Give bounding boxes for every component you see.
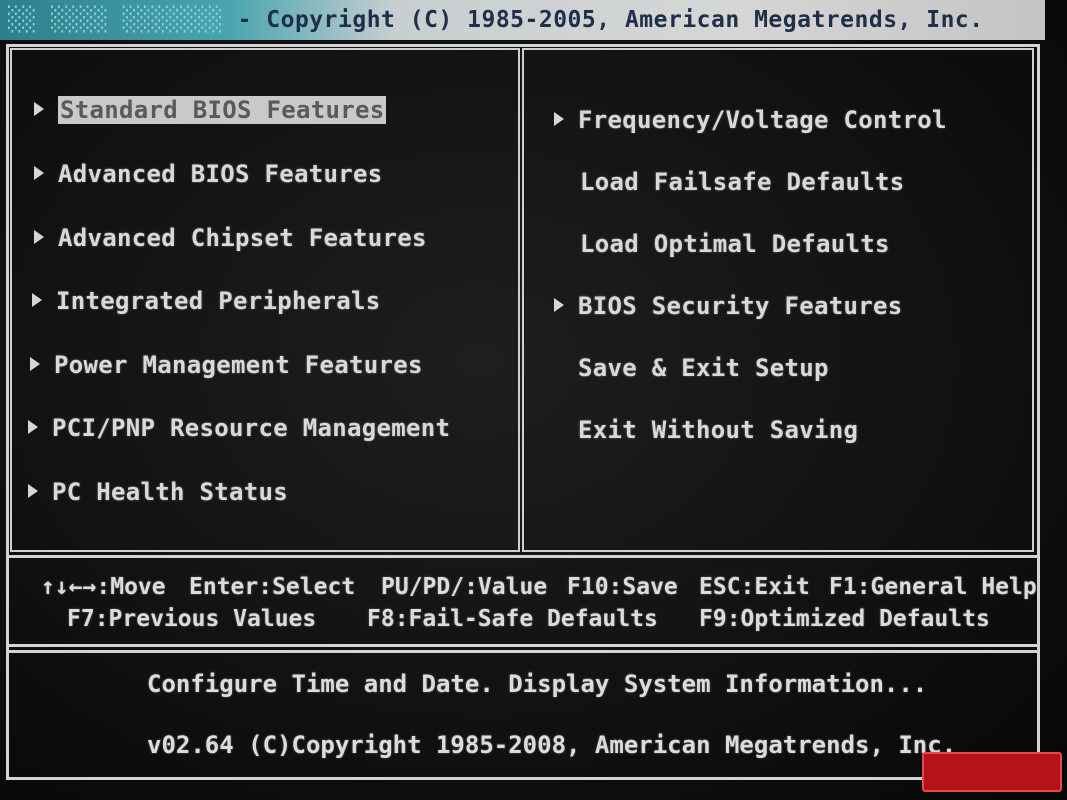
key-hint-value: PU/PD/:Value	[381, 574, 548, 600]
bios-screen: ░░ ░░░░ ░░░░░░░ - Copyright (C) 1985-200…	[0, 0, 1067, 800]
menu-item-label: Frequency/Voltage Control	[578, 106, 947, 134]
menu-item-standard-bios-features[interactable]: Standard BIOS Features	[34, 96, 387, 124]
key-hint-save: F10:Save	[567, 574, 678, 600]
key-hint-general-help: F1:General Help	[829, 574, 1037, 600]
menu-item-label: Load Optimal Defaults	[580, 230, 890, 258]
title-bar-prefix: ░░ ░░░░ ░░░░░░░	[8, 7, 224, 33]
menu-panel-left: Standard BIOS Features Advanced BIOS Fea…	[10, 48, 520, 552]
menu-item-label: Standard BIOS Features	[58, 96, 387, 124]
key-hint-optimized-defaults: F9:Optimized Defaults	[699, 606, 990, 632]
key-hint-fail-safe-defaults: F8:Fail-Safe Defaults	[367, 606, 658, 632]
submenu-arrow-icon	[28, 420, 38, 434]
item-help-text: Configure Time and Date. Display System …	[147, 670, 928, 698]
menu-item-power-management-features[interactable]: Power Management Features	[30, 351, 423, 379]
help-panel: Configure Time and Date. Display System …	[6, 650, 1040, 780]
key-hint-move: ↑↓←→:Move	[41, 574, 166, 600]
bios-version-copyright: v02.64 (C)Copyright 1985-2008, American …	[147, 731, 957, 759]
menu-item-advanced-bios-features[interactable]: Advanced BIOS Features	[34, 160, 382, 188]
menu-item-label: Advanced Chipset Features	[58, 224, 427, 252]
menu-item-pci-pnp-resource-management[interactable]: PCI/PNP Resource Management	[28, 414, 450, 442]
submenu-arrow-icon	[554, 298, 564, 312]
key-hint-previous-values: F7:Previous Values	[67, 606, 317, 632]
submenu-arrow-icon	[28, 484, 38, 498]
menu-item-integrated-peripherals[interactable]: Integrated Peripherals	[32, 287, 380, 315]
menu-item-label: Exit Without Saving	[578, 416, 859, 444]
submenu-arrow-icon	[32, 293, 42, 307]
menu-item-load-failsafe-defaults[interactable]: Load Failsafe Defaults	[580, 168, 904, 196]
menu-item-save-exit-setup[interactable]: Save & Exit Setup	[578, 354, 829, 382]
menu-item-label: PC Health Status	[52, 478, 288, 506]
menu-item-advanced-chipset-features[interactable]: Advanced Chipset Features	[34, 224, 427, 252]
menu-panel-right: Frequency/Voltage Control Load Failsafe …	[522, 48, 1034, 552]
title-bar-text: - Copyright (C) 1985-2005, American Mega…	[223, 7, 984, 33]
menu-item-label: Advanced BIOS Features	[58, 160, 383, 188]
menu-item-load-optimal-defaults[interactable]: Load Optimal Defaults	[580, 230, 890, 258]
title-bar: ░░ ░░░░ ░░░░░░░ - Copyright (C) 1985-200…	[0, 0, 1045, 40]
menu-item-pc-health-status[interactable]: PC Health Status	[28, 478, 288, 506]
menu-item-frequency-voltage-control[interactable]: Frequency/Voltage Control	[554, 106, 947, 134]
menu-item-label: BIOS Security Features	[578, 292, 903, 320]
key-hint-select: Enter:Select	[189, 574, 356, 600]
key-hint-exit: ESC:Exit	[699, 574, 810, 600]
menu-item-label: Integrated Peripherals	[56, 287, 381, 315]
submenu-arrow-icon	[34, 102, 44, 116]
menu-item-label: Save & Exit Setup	[578, 354, 829, 382]
menu-item-label: Power Management Features	[54, 351, 423, 379]
menu-item-label: Load Failsafe Defaults	[580, 168, 905, 196]
submenu-arrow-icon	[34, 166, 44, 180]
menu-item-exit-without-saving[interactable]: Exit Without Saving	[578, 416, 858, 444]
submenu-arrow-icon	[34, 230, 44, 244]
menu-item-bios-security-features[interactable]: BIOS Security Features	[554, 292, 902, 320]
submenu-arrow-icon	[554, 112, 564, 126]
key-legend-panel: ↑↓←→:Move Enter:Select PU/PD/:Value F10:…	[6, 555, 1040, 647]
submenu-arrow-icon	[30, 357, 40, 371]
watermark-logo	[922, 752, 1062, 792]
menu-item-label: PCI/PNP Resource Management	[52, 414, 451, 442]
